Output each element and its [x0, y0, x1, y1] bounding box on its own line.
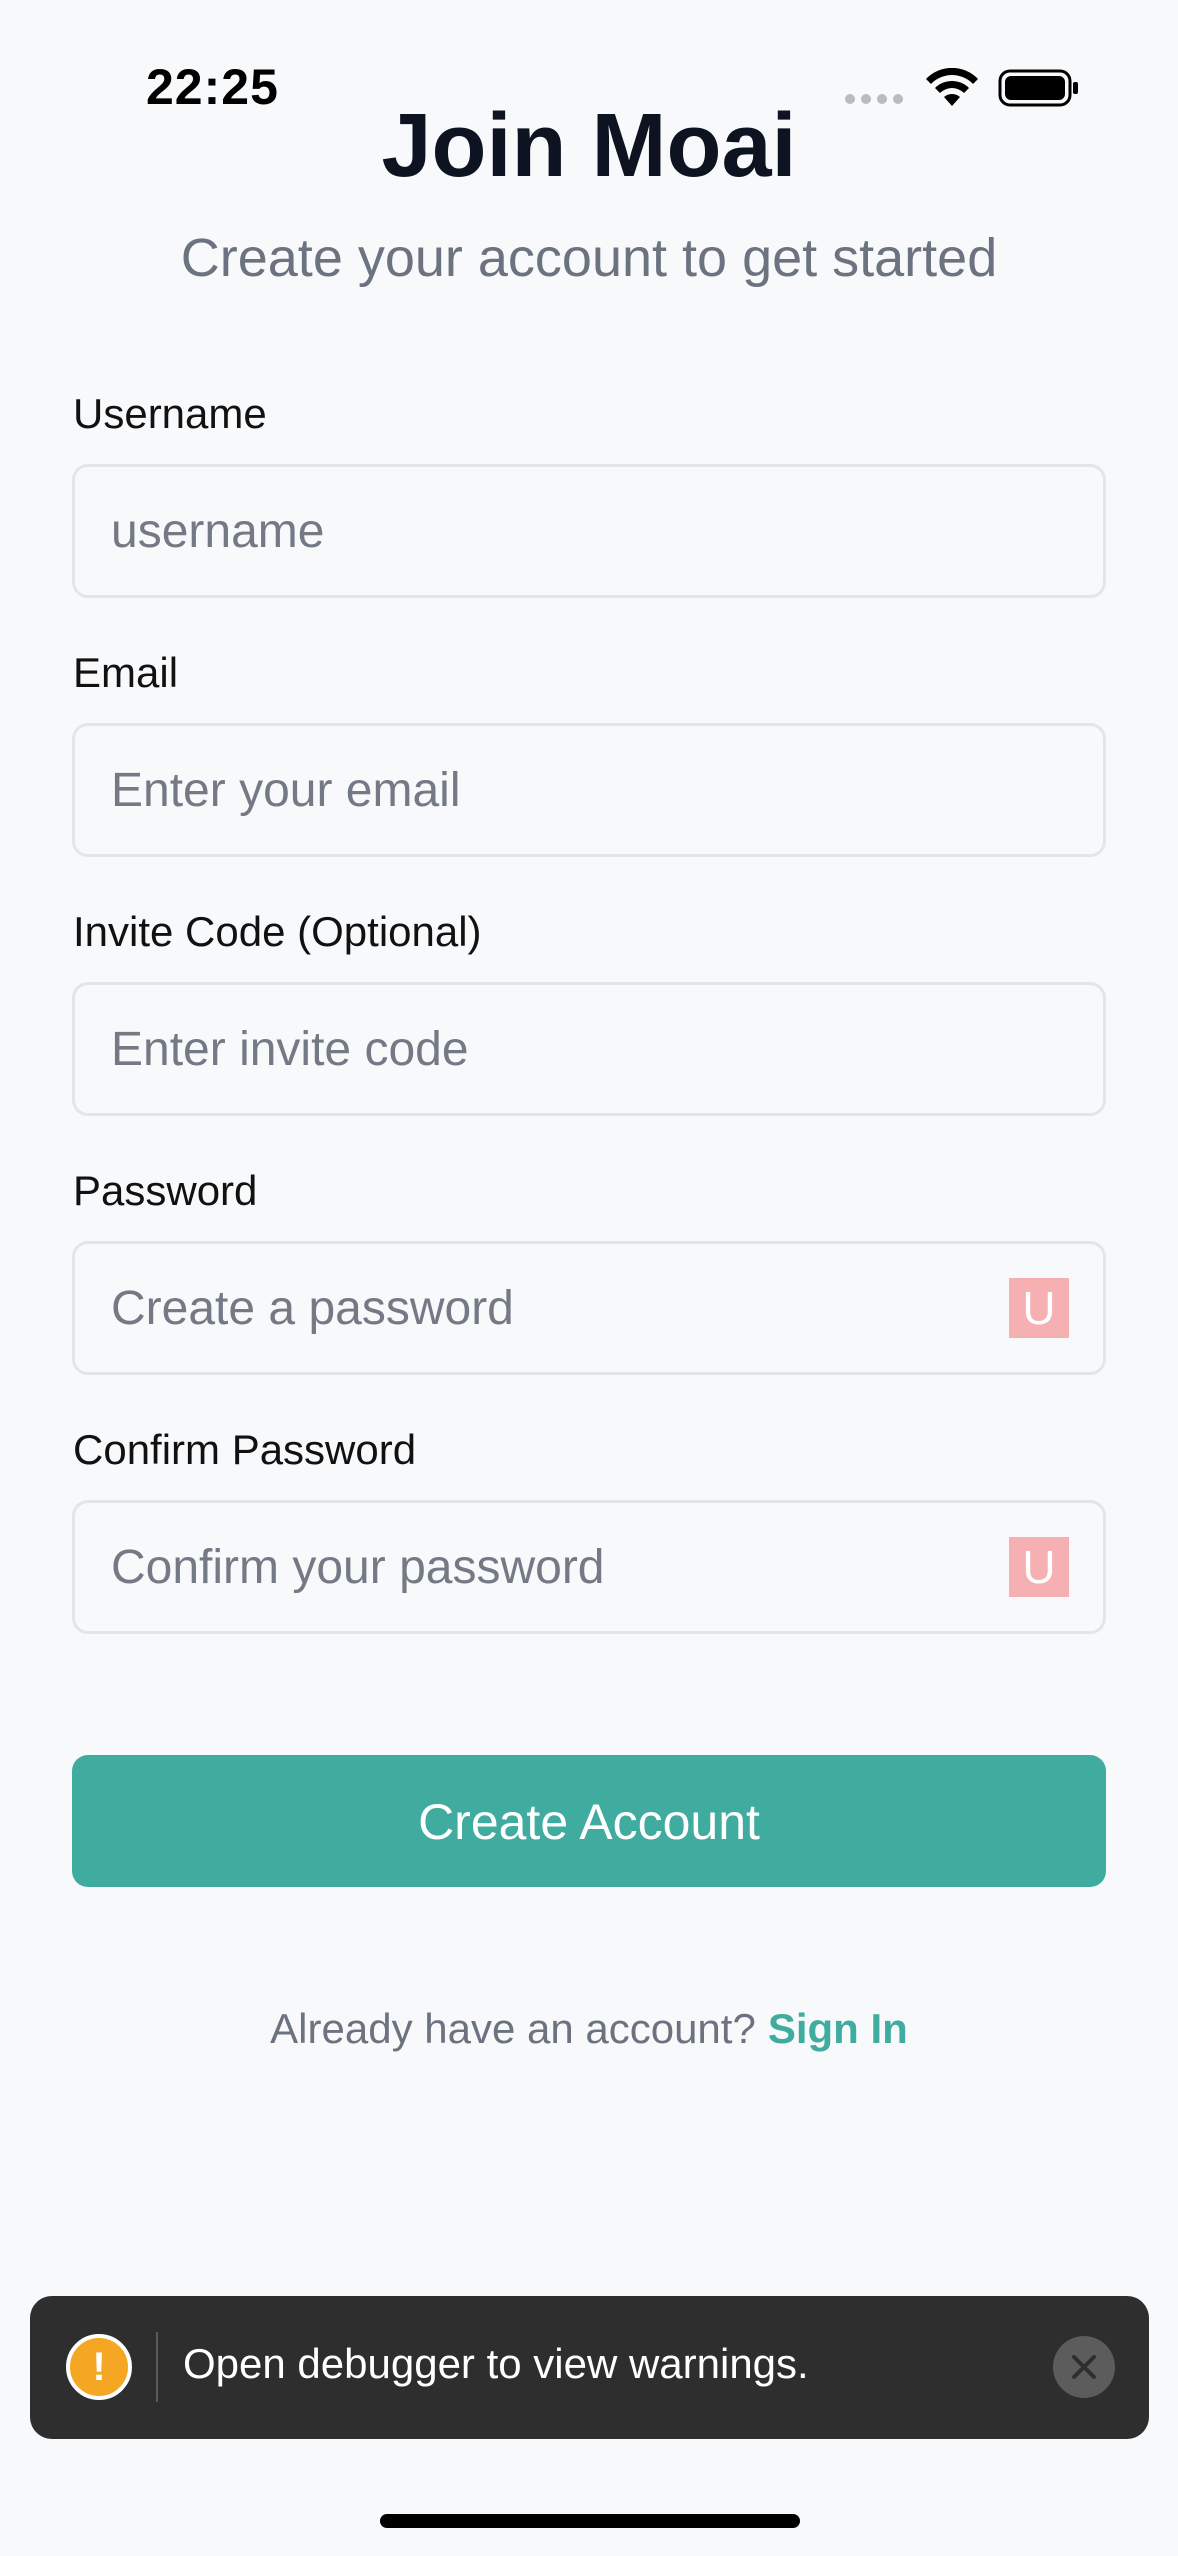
toast-divider	[156, 2332, 158, 2402]
email-input[interactable]	[111, 726, 1011, 854]
email-label: Email	[73, 649, 179, 696]
username-input[interactable]	[111, 467, 1011, 595]
password-label: Password	[73, 1167, 258, 1214]
confirm-password-visibility-toggle-icon[interactable]: U	[1009, 1537, 1069, 1597]
signin-prompt-text: Already have an account?	[270, 2005, 756, 2052]
create-account-button[interactable]: Create Account	[72, 1755, 1106, 1887]
confirm-password-field[interactable]: U	[72, 1500, 1106, 1634]
close-icon[interactable]	[1053, 2336, 1115, 2398]
password-input[interactable]	[111, 1244, 1011, 1372]
username-field[interactable]	[72, 464, 1106, 598]
password-visibility-toggle-icon[interactable]: U	[1009, 1278, 1069, 1338]
invite-code-label: Invite Code (Optional)	[73, 908, 482, 955]
debugger-warning-toast[interactable]: ! Open debugger to view warnings.	[30, 2296, 1149, 2439]
home-indicator[interactable]	[380, 2514, 800, 2528]
toast-message: Open debugger to view warnings.	[183, 2340, 809, 2387]
password-field[interactable]: U	[72, 1241, 1106, 1375]
username-label: Username	[73, 390, 267, 437]
page-title: Join Moai	[381, 96, 797, 196]
invite-code-field[interactable]	[72, 982, 1106, 1116]
signin-prompt-row: Already have an account? Sign In	[0, 2005, 1178, 2053]
confirm-password-input[interactable]	[111, 1503, 1011, 1631]
warning-icon: !	[66, 2334, 132, 2400]
confirm-password-label: Confirm Password	[73, 1426, 417, 1473]
email-field[interactable]	[72, 723, 1106, 857]
invite-code-input[interactable]	[111, 985, 1011, 1113]
sign-in-link[interactable]: Sign In	[768, 2005, 908, 2052]
page-subtitle: Create your account to get started	[180, 228, 998, 288]
